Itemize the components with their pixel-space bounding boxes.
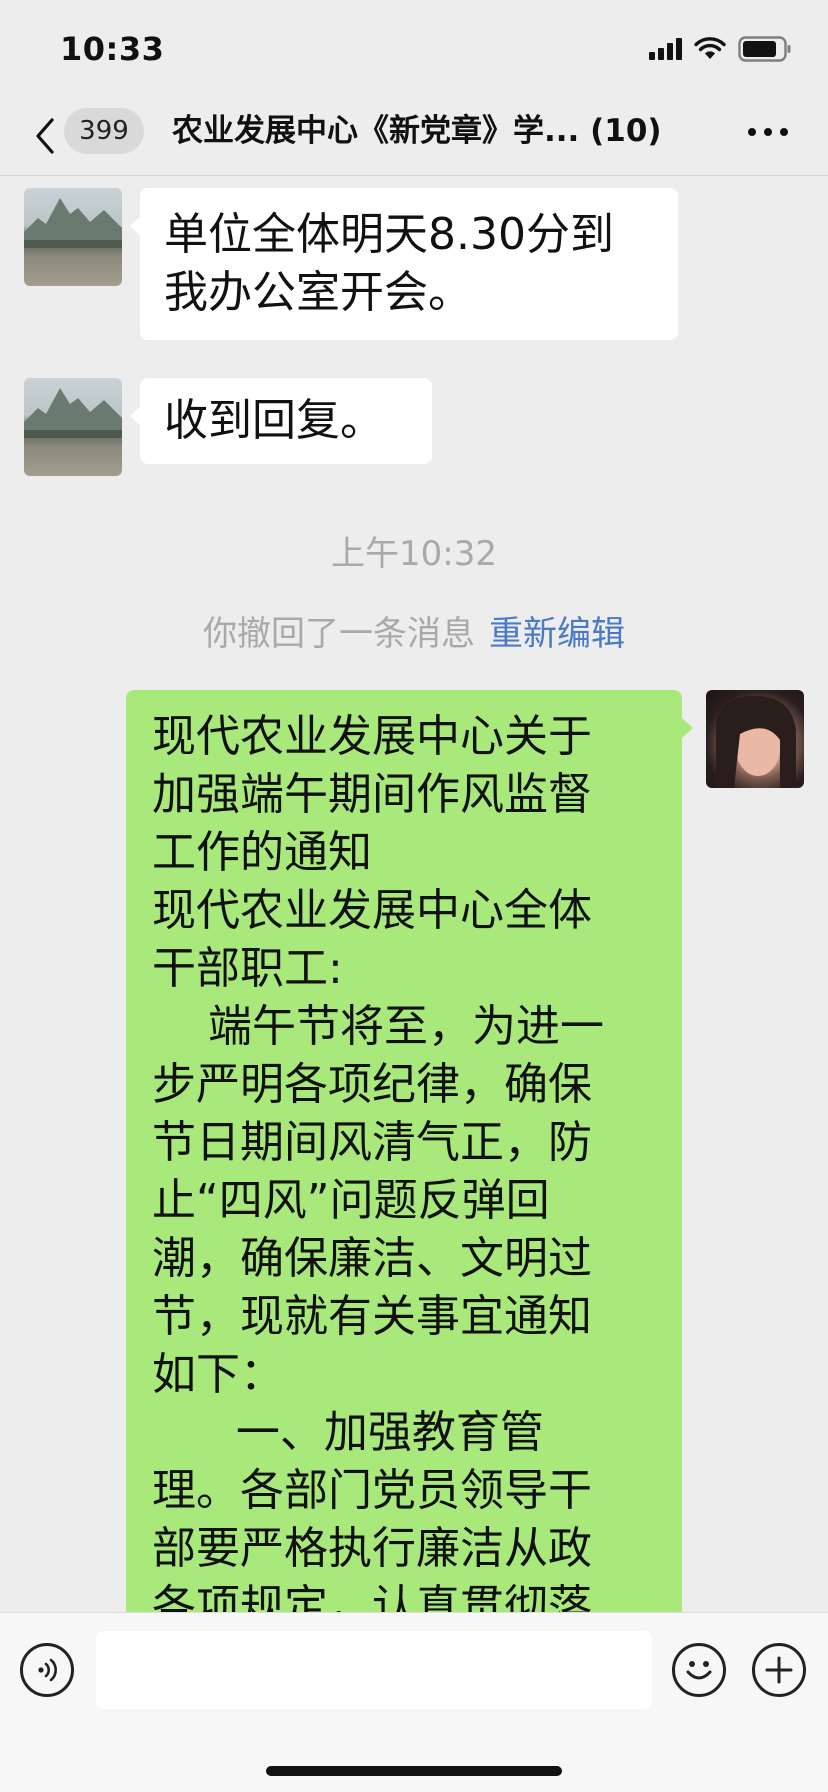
plus-icon [765,1656,793,1684]
chat-header: 399 农业发展中心《新党章》学... (10) [0,96,828,176]
dot-icon [764,128,772,136]
emoji-button[interactable] [672,1643,726,1697]
cellular-signal-icon [649,38,682,60]
dot-icon [748,128,756,136]
sender-avatar[interactable] [24,188,122,286]
more-options-button[interactable] [748,120,792,144]
message-list[interactable]: 单位全体明天8.30分到 我办公室开会。 收到回复。 上午10:32 你撤回了一… [0,176,828,1612]
status-bar: 10:33 [0,0,828,96]
status-icons [649,36,792,62]
dot-icon [780,128,788,136]
status-time: 10:33 [60,30,165,68]
recall-text: 你撤回了一条消息 [203,614,475,654]
chat-title[interactable]: 农业发展中心《新党章》学... (10) [172,108,712,154]
more-functions-button[interactable] [752,1643,806,1697]
unread-count-badge[interactable]: 399 [64,108,144,154]
message-bubble[interactable]: 收到回复。 [140,378,432,464]
message-bubble[interactable]: 单位全体明天8.30分到 我办公室开会。 [140,188,678,340]
recall-notice: 你撤回了一条消息 重新编辑 [0,606,828,655]
bubble-tail [682,718,693,738]
message-input[interactable] [96,1631,652,1709]
portrait-avatar-icon [716,695,796,788]
back-button[interactable] [30,114,60,158]
message-bubble-self[interactable]: 现代农业发展中心关于 加强端午期间作风监督 工作的通知 现代农业发展中心全体 干… [126,690,682,1612]
chevron-left-icon [36,118,54,154]
self-avatar[interactable] [706,690,804,788]
home-indicator[interactable] [266,1766,562,1776]
input-bar [0,1612,828,1792]
sender-avatar[interactable] [24,378,122,476]
voice-input-button[interactable] [20,1643,74,1697]
message-timestamp: 上午10:32 [331,534,497,574]
landscape-avatar-icon [24,388,122,438]
smiley-icon [686,1661,712,1680]
wifi-icon [694,37,726,61]
battery-icon [738,36,792,62]
landscape-avatar-icon [24,198,122,248]
voice-icon [38,1658,57,1682]
reedit-link[interactable]: 重新编辑 [489,614,625,654]
